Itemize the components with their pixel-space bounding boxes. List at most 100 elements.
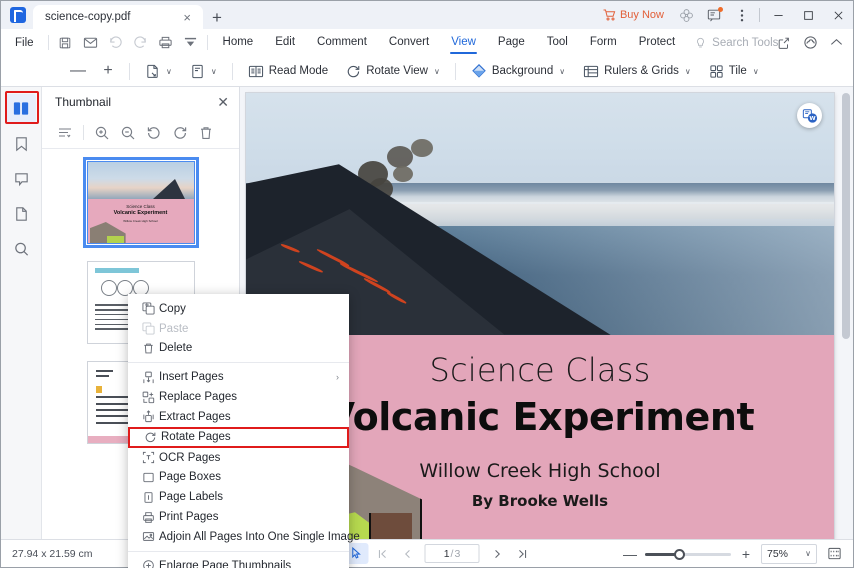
close-tab-icon[interactable]: × [179,11,195,24]
mini-subtitle: Willow Creek High School [88,219,194,223]
chevron-down-icon: ∨ [805,549,811,558]
file-menu[interactable]: File [1,37,44,49]
tile-label: Tile [729,65,747,77]
previous-page-button[interactable] [396,543,419,564]
menu-tab-protect[interactable]: Protect [628,29,686,56]
menu-tab-convert[interactable]: Convert [378,29,440,56]
new-tab-icon[interactable]: + [203,9,231,29]
page-number-input[interactable]: 1 / 3 [425,544,480,563]
page-layout-button[interactable]: ∨ [136,58,181,84]
context-menu-label-rotate-pages: Rotate Pages [161,431,337,443]
tile-caret-icon: ∨ [753,67,759,76]
context-menu-label-replace-pages: Replace Pages [159,391,339,403]
rotate-view-icon [346,64,361,79]
rotate-right-icon[interactable] [167,121,193,145]
close-thumbnail-panel-icon[interactable]: ✕ [217,95,229,109]
close-button[interactable] [823,1,853,29]
rotate-view-button[interactable]: Rotate View ∨ [337,58,449,84]
zoom-out-ribbon-button[interactable]: — [63,58,93,84]
context-menu-separator-2 [128,551,349,552]
context-menu-item-replace-pages[interactable]: Replace Pages [128,387,349,407]
page-separator: / [451,548,454,560]
background-label: Background [492,65,553,77]
read-mode-icon [248,64,264,79]
context-menu-item-page-labels[interactable]: Page Labels [128,487,349,507]
redo-icon[interactable] [128,32,153,54]
cloud-icon[interactable] [797,32,823,54]
context-menu-item-rotate-pages[interactable]: Rotate Pages [128,427,349,448]
save-icon[interactable] [53,32,78,54]
thumbnail-zoom-in-icon[interactable] [89,121,115,145]
page-boxes-icon [137,471,159,484]
convert-to-word-icon[interactable]: W [797,103,822,128]
page-layout-icon [145,64,160,79]
sidebar-item-search[interactable] [6,234,36,263]
zoom-slider[interactable] [645,547,731,561]
menu-tab-view[interactable]: View [440,29,487,56]
maximize-button[interactable] [793,1,823,29]
delete-page-icon[interactable] [193,121,219,145]
next-page-button[interactable] [486,543,509,564]
document-tab[interactable]: science-copy.pdf × [33,5,203,29]
context-menu-label-extract-pages: Extract Pages [159,411,339,423]
sidebar-item-bookmark[interactable] [6,129,36,158]
context-menu-separator-1 [128,362,349,363]
email-icon[interactable] [78,32,103,54]
more-toolbar-icon[interactable] [178,32,203,54]
minimize-button[interactable] [763,1,793,29]
share-icon[interactable] [771,32,797,54]
application-window: science-copy.pdf × + Buy Now [0,0,854,568]
background-caret-icon: ∨ [559,67,565,76]
menu-tab-tool[interactable]: Tool [536,29,579,56]
menu-divider-2 [207,35,208,50]
vertical-scrollbar[interactable] [842,93,850,339]
tile-button[interactable]: Tile ∨ [700,58,768,84]
thumbnail-page-1[interactable]: Science Class Volcanic Experiment Willow… [87,161,195,244]
context-menu-item-adjoin-pages[interactable]: Adjoin All Pages Into One Single Image [128,527,349,547]
rulers-grids-button[interactable]: Rulers & Grids ∨ [574,58,700,84]
sidebar-item-attachment[interactable] [6,199,36,228]
thumbnail-options-icon[interactable] [52,121,78,145]
context-menu-item-enlarge-thumbnails[interactable]: Enlarge Page Thumbnails [128,556,349,568]
search-tools-box[interactable]: Search Tools [694,36,778,49]
print-icon[interactable] [153,32,178,54]
mini-grass [107,236,124,243]
current-page-value: 1 [444,548,450,560]
menu-tab-home[interactable]: Home [212,29,265,56]
buy-now-button[interactable]: Buy Now [595,9,672,21]
context-menu-item-page-boxes[interactable]: Page Boxes [128,468,349,488]
context-menu-item-insert-pages[interactable]: Insert Pages › [128,367,349,387]
more-options-icon[interactable] [728,1,756,29]
context-menu-item-copy[interactable]: Copy [128,299,349,319]
collapse-ribbon-icon[interactable] [823,32,849,54]
page-display-button[interactable]: ∨ [181,58,226,84]
menu-tab-page[interactable]: Page [487,29,536,56]
sidebar-item-comment[interactable] [6,164,36,193]
read-mode-button[interactable]: Read Mode [239,58,337,84]
context-menu-item-print-pages[interactable]: Print Pages [128,507,349,527]
menu-tab-edit[interactable]: Edit [264,29,306,56]
zoom-level-select[interactable]: 75% ∨ [761,544,817,564]
undo-icon[interactable] [103,32,128,54]
main-body: Thumbnail ✕ [1,87,853,539]
last-page-button[interactable] [511,543,534,564]
background-button[interactable]: Background ∨ [462,58,574,84]
flower-icon[interactable] [672,1,700,29]
rotate-left-icon[interactable] [141,121,167,145]
sidebar-item-thumbnail[interactable] [6,94,36,123]
context-menu-item-extract-pages[interactable]: Extract Pages [128,407,349,427]
context-menu-item-delete[interactable]: Delete [128,339,349,359]
feedback-icon[interactable] [700,1,728,29]
fit-page-button[interactable] [823,544,845,564]
zoom-in-button[interactable]: + [737,547,755,561]
zoom-out-button[interactable]: — [621,547,639,561]
thumbnail-zoom-out-icon[interactable] [115,121,141,145]
zoom-in-ribbon-button[interactable]: + [93,58,123,84]
first-page-button[interactable] [371,543,394,564]
context-menu-item-ocr-pages[interactable]: OCR Pages [128,448,349,468]
zoom-slider-knob[interactable] [674,549,685,560]
search-tools-label: Search Tools [712,37,778,49]
menu-tab-form[interactable]: Form [579,29,628,56]
menu-tab-comment[interactable]: Comment [306,29,378,56]
rotate-pages-icon [139,431,161,444]
